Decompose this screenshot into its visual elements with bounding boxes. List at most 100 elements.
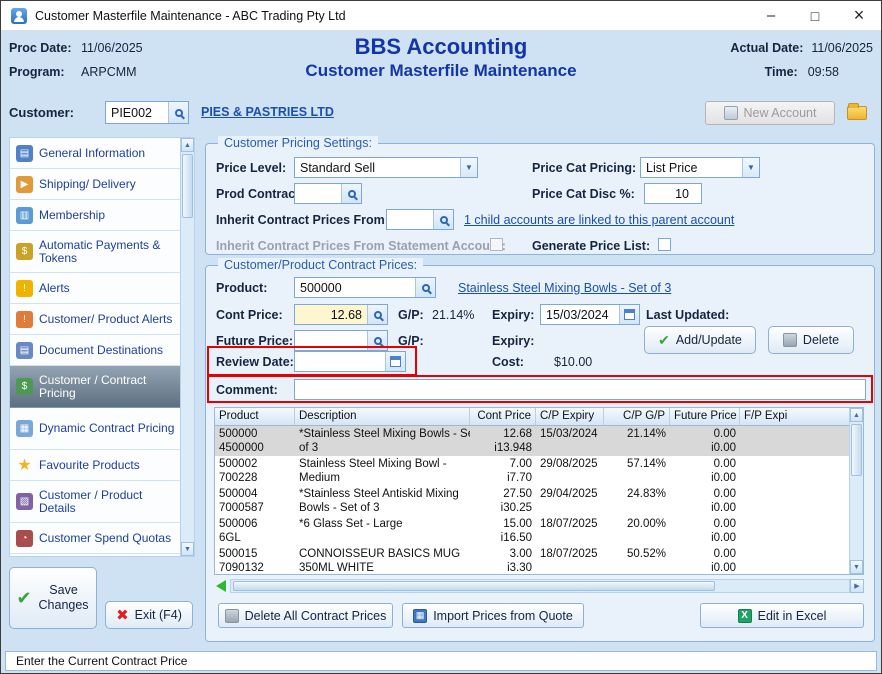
green-left-arrow-icon[interactable] (216, 580, 226, 592)
delete-all-contract-prices-button[interactable]: Delete All Contract Prices (218, 603, 393, 628)
horizontal-scroll-thumb[interactable] (233, 581, 715, 591)
grid-header-cell[interactable]: Future Price (670, 408, 740, 425)
price-cat-disc-input[interactable]: 10 (644, 183, 702, 204)
grid-cell: 29/04/2025 (536, 486, 604, 516)
save-changes-button[interactable]: Save Changes (9, 567, 97, 629)
sidebar-scrollbar[interactable] (180, 138, 194, 556)
sidebar-item-favourite-products[interactable]: ★ Favourite Products (10, 450, 180, 481)
grid-cell: 0.00i0.00 (670, 486, 740, 516)
open-folder-button[interactable] (844, 101, 870, 125)
chevron-down-icon (742, 158, 759, 177)
expiry-date-input[interactable]: 15/03/2024 (540, 304, 640, 325)
sidebar-item-label: Favourite Products (39, 459, 140, 472)
review-calendar-button[interactable] (385, 352, 405, 371)
customer-alert-icon: ! (16, 311, 33, 328)
grid-header-cell[interactable]: F/P Expi (740, 408, 850, 425)
customer-code-input[interactable]: PIE002 (105, 101, 189, 124)
sidebar-item-general-information[interactable]: ▤General Information (10, 138, 180, 169)
grid-header-cell[interactable]: Product (215, 408, 295, 425)
grid-header-cell[interactable]: Description (295, 408, 470, 425)
prod-contract-search-button[interactable] (341, 184, 361, 203)
sidebar-item-automatic-payments[interactable]: $Automatic Payments & Tokens (10, 231, 180, 273)
product-description-link[interactable]: Stainless Steel Mixing Bowls - Set of 3 (458, 281, 671, 295)
alert-warning-icon: ! (16, 280, 33, 297)
future-price-search-button[interactable] (367, 331, 387, 350)
future-gp-label: G/P: (398, 334, 424, 348)
product-input[interactable]: 500000 (294, 277, 436, 298)
child-accounts-link[interactable]: 1 child accounts are linked to this pare… (464, 213, 734, 227)
customer-name-link[interactable]: PIES & PASTRIES LTD (201, 105, 334, 119)
sidebar-item-customer-contract-pricing[interactable]: $Customer / Contract Pricing (10, 366, 180, 408)
scroll-up-icon[interactable] (181, 138, 194, 152)
grid-vertical-scrollbar[interactable] (849, 408, 863, 574)
prod-contract-input[interactable] (294, 183, 362, 204)
grid-row[interactable]: 5000004500000*Stainless Steel Mixing Bow… (215, 426, 863, 456)
sidebar-item-customer-spend-quotas[interactable]: ◔Customer Spend Quotas (10, 523, 180, 554)
price-level-value: Standard Sell (295, 161, 460, 175)
generate-price-list-label: Generate Price List: (532, 239, 650, 253)
edit-in-excel-button[interactable]: X Edit in Excel (700, 603, 864, 628)
window-controls (749, 1, 881, 30)
minimize-icon[interactable] (749, 1, 793, 30)
price-cat-pricing-select[interactable]: List Price (640, 157, 760, 178)
grid-row[interactable]: 5000066GL*6 Glass Set - Large15.00i16.50… (215, 516, 863, 546)
grid-row[interactable]: 5000047000587*Stainless Steel Antiskid M… (215, 486, 863, 516)
expiry-calendar-button[interactable] (619, 305, 639, 324)
calendar-icon (624, 309, 635, 320)
close-icon[interactable] (837, 1, 881, 30)
product-search-button[interactable] (415, 278, 435, 297)
sidebar-item-document-destinations[interactable]: ▤Document Destinations (10, 335, 180, 366)
grid-row[interactable]: 5000157090132CONNOISSEUR BASICS MUG350ML… (215, 546, 863, 574)
grid-header-cell[interactable]: C/P Expiry (536, 408, 604, 425)
scroll-right-icon[interactable] (850, 579, 864, 593)
new-account-label: New Account (744, 106, 817, 120)
new-account-button[interactable]: New Account (705, 101, 835, 125)
grid-scroll-thumb[interactable] (851, 424, 862, 476)
add-update-button[interactable]: Add/Update (644, 326, 756, 354)
grid-cell: 0.00i0.00 (670, 426, 740, 456)
check-icon (658, 332, 670, 349)
delete-button[interactable]: Delete (768, 326, 854, 354)
price-cat-disc-label: Price Cat Disc %: (532, 187, 635, 201)
horizontal-scroll-track[interactable] (230, 579, 850, 593)
inherit-from-search-button[interactable] (433, 210, 453, 229)
grid-cell: 5000004500000 (215, 426, 295, 456)
grid-row[interactable]: 500002700228Stainless Steel Mixing Bowl … (215, 456, 863, 486)
maximize-icon[interactable] (793, 1, 837, 30)
exit-button[interactable]: Exit (F4) (105, 601, 193, 629)
scroll-down-icon[interactable] (850, 560, 863, 574)
future-price-input[interactable] (294, 330, 388, 351)
search-icon (422, 284, 430, 292)
price-level-select[interactable]: Standard Sell (294, 157, 478, 178)
grid-cell: 5000047000587 (215, 486, 295, 516)
sidebar-item-membership[interactable]: ▥Membership (10, 200, 180, 231)
sidebar-item-customer-product-alerts[interactable]: !Customer/ Product Alerts (10, 304, 180, 335)
import-prices-from-quote-button[interactable]: ▦ Import Prices from Quote (402, 603, 584, 628)
cont-price-input[interactable]: 12.68 (294, 304, 388, 325)
sidebar-item-dynamic-contract-pricing[interactable]: ▦Dynamic Contract Pricing (10, 408, 180, 450)
cont-price-search-button[interactable] (367, 305, 387, 324)
grid-cell: 18/07/2025 (536, 546, 604, 574)
sidebar-scroll-thumb[interactable] (182, 154, 193, 218)
comment-label: Comment: (216, 383, 278, 397)
star-icon: ★ (16, 457, 33, 474)
window-title: Customer Masterfile Maintenance - ABC Tr… (35, 9, 346, 23)
grid-header-cell[interactable]: Cont Price (470, 408, 536, 425)
sidebar-item-alerts[interactable]: !Alerts (10, 273, 180, 304)
scroll-up-icon[interactable] (850, 408, 863, 422)
generate-price-list-checkbox[interactable] (658, 238, 671, 251)
review-date-input[interactable] (294, 351, 406, 372)
time-value: 09:58 (808, 65, 839, 79)
customer-search-button[interactable] (168, 102, 188, 123)
sidebar-item-shipping-delivery[interactable]: ▶Shipping/ Delivery (10, 169, 180, 200)
sidebar-list: ▤General Information▶Shipping/ Delivery▥… (10, 138, 180, 556)
grid-horizontal-scrollbar[interactable] (214, 579, 864, 593)
document-icon: ▤ (16, 342, 33, 359)
comment-input[interactable] (294, 379, 866, 400)
inherit-from-input[interactable] (386, 209, 454, 230)
grid-header-cell[interactable]: C/P G/P (604, 408, 670, 425)
grid-cell: Stainless Steel Mixing Bowl -Medium (295, 456, 470, 486)
inherit-statement-checkbox[interactable] (490, 238, 503, 251)
sidebar-item-customer-product-details[interactable]: ▧Customer / Product Details (10, 481, 180, 523)
scroll-down-icon[interactable] (181, 542, 194, 556)
